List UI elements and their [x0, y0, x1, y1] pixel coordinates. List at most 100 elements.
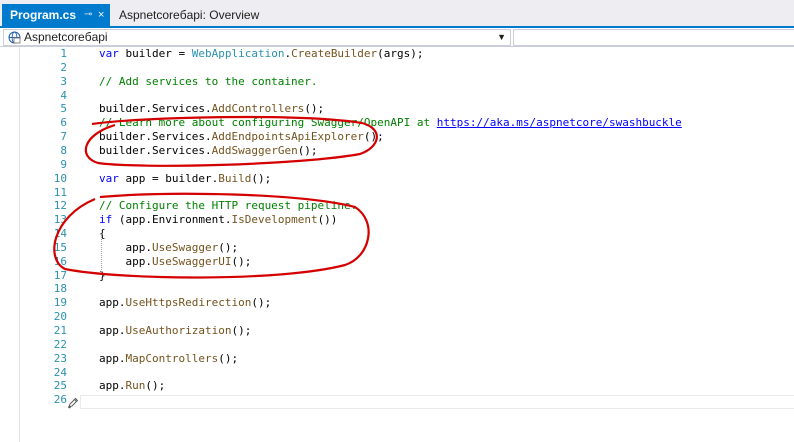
code-line[interactable]: 13 if (app.Environment.IsDevelopment()) — [0, 213, 794, 227]
code-token: app. — [99, 254, 152, 268]
code-token: builder.Services. — [99, 143, 212, 157]
code-token: app. — [99, 324, 126, 337]
code-line[interactable]: 24 — [0, 366, 794, 380]
code-line[interactable]: 23 app.MapControllers(); — [0, 352, 794, 366]
code-line[interactable]: 16 app.UseSwaggerUI(); — [0, 255, 794, 269]
code-text: if (app.Environment.IsDevelopment()) — [99, 213, 337, 227]
code-text: // Configure the HTTP request pipeline. — [99, 199, 357, 213]
code-token: (); — [231, 254, 252, 268]
pin-icon[interactable]: ⊸ — [84, 4, 92, 26]
code-token: } — [99, 268, 106, 282]
code-token: MapControllers — [125, 351, 219, 365]
line-number: 2 — [60, 60, 67, 74]
code-token: { — [99, 227, 106, 241]
line-number: 4 — [60, 88, 67, 102]
code-line[interactable]: 22 — [0, 338, 794, 352]
code-text: var app = builder.Build(); — [99, 172, 271, 186]
code-token: AddSwaggerGen — [211, 143, 298, 157]
code-token: app = builder. — [118, 171, 219, 185]
code-token: app. — [99, 240, 152, 254]
code-token: app. — [99, 296, 126, 310]
tab-program-cs[interactable]: Program.cs ⊸ × — [2, 4, 110, 26]
code-token: (); — [363, 130, 384, 144]
code-line[interactable]: 1 var builder = WebApplication.CreateBuil… — [0, 47, 794, 61]
code-token: (args); — [377, 47, 424, 60]
code-text: // Learn more about configuring Swagger/… — [99, 116, 682, 130]
code-line[interactable]: 9 — [0, 158, 794, 172]
code-line[interactable]: 2 — [0, 61, 794, 75]
code-token: UseSwagger — [151, 240, 219, 254]
code-line[interactable]: 5 builder.Services.AddControllers(); — [0, 102, 794, 116]
line-number: 9 — [60, 157, 67, 171]
tab-overview[interactable]: Aspnetcoreбapi: Overview — [111, 4, 297, 26]
code-text: builder.Services.AddControllers(); — [99, 102, 324, 116]
indent-guide — [101, 234, 102, 274]
code-line[interactable]: 6 // Learn more about configuring Swagger… — [0, 116, 794, 130]
code-line[interactable]: 3 // Add services to the container. — [0, 75, 794, 89]
code-line[interactable]: 12 // Configure the HTTP request pipeline… — [0, 199, 794, 213]
line-number: 24 — [53, 365, 67, 379]
line-number: 7 — [60, 130, 67, 144]
code-token: (); — [218, 351, 239, 365]
code-line[interactable]: 10 var app = builder.Build(); — [0, 172, 794, 186]
code-line[interactable]: 15 app.UseSwagger(); — [0, 241, 794, 255]
code-token: (); — [145, 379, 166, 393]
code-token: (); — [251, 171, 272, 185]
code-token: builder.Services. — [99, 102, 212, 116]
code-token: (); — [251, 296, 272, 310]
code-line[interactable]: 19 app.UseHttpsRedirection(); — [0, 296, 794, 310]
code-token: builder = — [118, 47, 192, 60]
code-line[interactable]: 7 builder.Services.AddEndpointsApiExplore… — [0, 130, 794, 144]
line-number: 15 — [53, 240, 67, 254]
code-token: (app.Environment. — [112, 213, 232, 227]
tab-label: Program.cs — [10, 8, 77, 22]
edit-pencil-icon[interactable] — [67, 397, 79, 409]
close-icon[interactable]: × — [98, 4, 104, 26]
code-line[interactable]: 21 app.UseAuthorization(); — [0, 324, 794, 338]
code-token: (); — [297, 143, 318, 157]
code-token: // Configure the HTTP request pipeline. — [99, 199, 358, 213]
project-dropdown[interactable]: Aspnetcoreбapi ▼ — [3, 29, 511, 46]
code-line[interactable]: 4 — [0, 89, 794, 103]
code-text: var builder = WebApplication.CreateBuild… — [99, 47, 424, 61]
line-number: 17 — [53, 268, 67, 282]
code-token: UseHttpsRedirection — [125, 296, 252, 310]
code-text: app.UseHttpsRedirection(); — [99, 296, 271, 310]
code-line[interactable]: 17} — [0, 269, 794, 283]
code-line[interactable]: 14 { — [0, 227, 794, 241]
code-line[interactable]: 18 — [0, 282, 794, 296]
line-number: 11 — [53, 185, 67, 199]
current-line-highlight — [80, 395, 794, 409]
code-token: (); — [218, 240, 239, 254]
code-token: app. — [99, 351, 126, 365]
code-token: UseAuthorization — [125, 324, 232, 337]
line-number: 5 — [60, 102, 67, 116]
project-name: Aspnetcoreбapi — [24, 30, 108, 44]
code-editor[interactable]: 1 var builder = WebApplication.CreateBuil… — [0, 47, 794, 442]
line-number: 23 — [53, 351, 67, 365]
code-token: var — [99, 171, 119, 185]
code-line[interactable]: 8 builder.Services.AddSwaggerGen(); — [0, 144, 794, 158]
line-number: 16 — [53, 254, 67, 268]
code-token: // Learn more about configuring Swagger/… — [99, 116, 437, 130]
code-line[interactable]: 20 — [0, 310, 794, 324]
line-number: 12 — [53, 199, 67, 213]
line-number: 25 — [53, 379, 67, 393]
code-link[interactable]: https://aka.ms/aspnetcore/swashbuckle — [437, 116, 682, 129]
code-line[interactable]: 11 — [0, 186, 794, 200]
code-token: // Add services to the container. — [99, 74, 318, 88]
member-dropdown[interactable] — [513, 29, 794, 46]
line-number: 14 — [53, 227, 67, 241]
code-text: app.UseAuthorization(); — [99, 324, 251, 338]
code-token: ()) — [317, 213, 338, 227]
line-number: 20 — [53, 310, 67, 324]
line-number: 3 — [60, 74, 67, 88]
code-token: builder.Services. — [99, 130, 212, 144]
line-number: 8 — [60, 143, 67, 157]
code-line[interactable]: 25 app.Run(); — [0, 379, 794, 393]
code-token: UseSwaggerUI — [151, 254, 232, 268]
code-text: app.UseSwaggerUI(); — [99, 255, 251, 269]
code-text: builder.Services.AddEndpointsApiExplorer… — [99, 130, 384, 144]
line-number: 13 — [53, 213, 67, 227]
line-number: 26 — [53, 393, 67, 407]
